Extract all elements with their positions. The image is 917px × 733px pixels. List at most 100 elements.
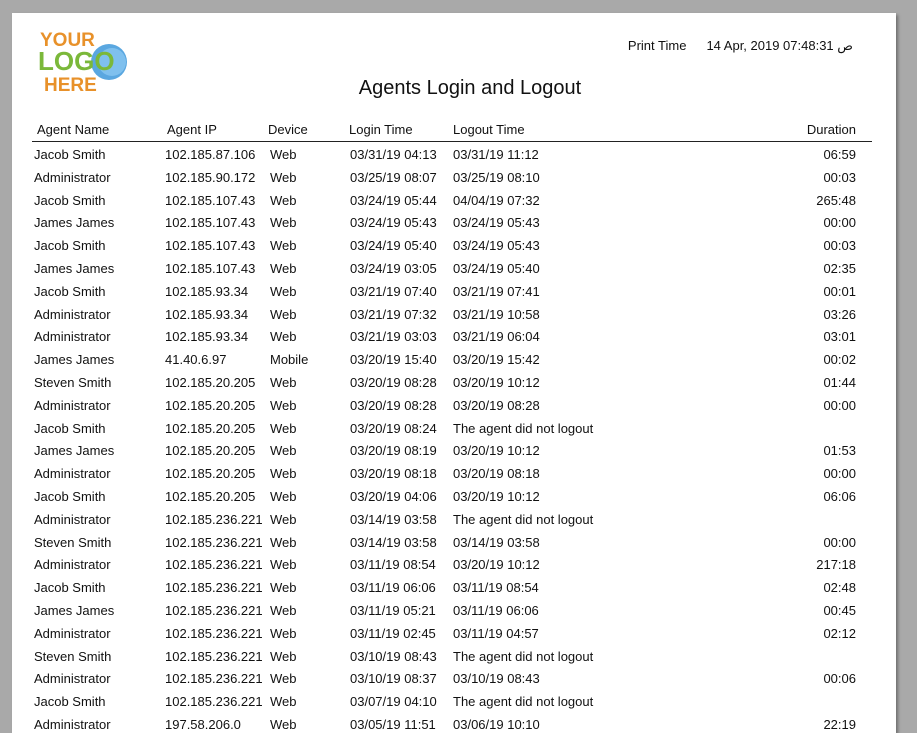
table-row: James James 102.185.236.221 Web 03/11/19 05… [32, 600, 872, 623]
agent-name-cell: Steven Smith [34, 648, 112, 664]
agent-ip-cell: 102.185.107.43 [165, 238, 256, 254]
print-time-value: 14 Apr, 2019 07:48:31 ص [706, 38, 853, 53]
login-time-cell: 03/24/19 05:44 [350, 192, 437, 208]
agent-ip-cell: 102.185.236.221 [165, 557, 263, 573]
login-time-cell: 03/24/19 05:43 [350, 215, 437, 231]
login-time-cell: 03/20/19 08:19 [350, 443, 437, 459]
table-row: Administrator 102.185.236.221 Web 03/14/19 … [32, 509, 872, 532]
logout-time-cell: 03/11/19 04:57 [453, 625, 539, 641]
duration-cell: 06:06 [823, 488, 856, 504]
agent-ip-cell: 102.185.93.34 [165, 306, 249, 322]
login-time-cell: 03/21/19 03:03 [350, 329, 437, 345]
logout-time-cell: 03/20/19 10:12 [453, 374, 540, 390]
device-cell: Web [270, 443, 297, 459]
logout-time-cell: 03/21/19 07:41 [453, 283, 540, 299]
agent-name-cell: Administrator [34, 329, 111, 345]
agent-ip-cell: 102.185.236.221 [165, 671, 263, 687]
agent-name-cell: Jacob Smith [34, 147, 106, 162]
logout-time-cell: 03/21/19 10:58 [453, 306, 540, 322]
login-time-cell: 03/10/19 08:37 [350, 671, 437, 687]
logout-time-cell: 03/10/19 08:43 [453, 671, 540, 687]
logout-time-cell: 03/25/19 08:10 [453, 169, 540, 185]
agent-name-cell: Administrator [34, 397, 111, 413]
agent-ip-cell: 102.185.87.106 [165, 147, 256, 162]
agent-ip-cell: 102.185.107.43 [165, 260, 256, 276]
duration-cell: 02:35 [823, 260, 856, 276]
report-page: YOUR LOGO HERE Print Time 14 Apr, 2019 0… [12, 13, 896, 733]
duration-cell: 217:18 [816, 557, 856, 573]
device-cell: Web [270, 580, 297, 596]
col-logout-time: Logout Time [453, 122, 525, 137]
agent-ip-cell: 102.185.236.221 [165, 534, 263, 550]
agent-ip-cell: 102.185.236.221 [165, 625, 263, 641]
table-row: Jacob Smith 102.185.93.34 Web 03/21/19 07:4… [32, 281, 872, 304]
logout-time-cell: 03/24/19 05:40 [453, 260, 540, 276]
agent-ip-cell: 102.185.236.221 [165, 511, 263, 527]
agent-name-cell: Jacob Smith [34, 694, 106, 710]
login-time-cell: 03/14/19 03:58 [350, 534, 437, 550]
logout-time-cell: 03/11/19 08:54 [453, 580, 539, 596]
logout-time-cell: The agent did not logout [453, 694, 594, 710]
login-time-cell: 03/14/19 03:58 [350, 511, 437, 527]
device-cell: Web [270, 420, 297, 436]
agent-ip-cell: 102.185.20.205 [165, 443, 256, 459]
table-row: Administrator 102.185.236.221 Web 03/11/19 … [32, 554, 872, 577]
table-row: James James 41.40.6.97 Mobile 03/20/19 15:4… [32, 349, 872, 372]
device-cell: Web [270, 694, 297, 710]
agent-ip-cell: 102.185.93.34 [165, 329, 249, 345]
duration-cell: 02:12 [823, 625, 856, 641]
agent-name-cell: Jacob Smith [34, 238, 106, 254]
device-cell: Web [270, 466, 297, 482]
login-time-cell: 03/21/19 07:32 [350, 306, 437, 322]
login-time-cell: 03/31/19 04:13 [350, 147, 437, 162]
duration-cell: 00:03 [823, 238, 856, 254]
device-cell: Web [270, 716, 297, 732]
table-row: Steven Smith 102.185.20.205 Web 03/20/19 08… [32, 372, 872, 395]
logout-time-cell: 03/06/19 10:10 [453, 716, 540, 732]
agent-ip-cell: 102.185.236.221 [165, 694, 263, 710]
col-device: Device [268, 122, 308, 137]
login-time-cell: 03/11/19 02:45 [350, 625, 436, 641]
table-row: Administrator 102.185.236.221 Web 03/11/19 … [32, 623, 872, 646]
table-header: Agent Name Agent IP Device Login Time Lo… [32, 120, 872, 142]
agent-name-cell: Jacob Smith [34, 420, 106, 436]
agent-ip-cell: 102.185.20.205 [165, 466, 256, 482]
device-cell: Web [270, 192, 297, 208]
svg-text:LOGO: LOGO [38, 46, 115, 76]
device-cell: Web [270, 488, 297, 504]
device-cell: Web [270, 306, 297, 322]
device-cell: Web [270, 260, 297, 276]
login-time-cell: 03/20/19 15:40 [350, 352, 437, 368]
login-time-cell: 03/11/19 05:21 [350, 602, 436, 618]
duration-cell: 00:01 [823, 283, 856, 299]
agent-ip-cell: 102.185.20.205 [165, 420, 256, 436]
table-row: James James 102.185.20.205 Web 03/20/19 08:… [32, 440, 872, 463]
logout-time-cell: 03/11/19 06:06 [453, 602, 539, 618]
login-time-cell: 03/20/19 08:18 [350, 466, 437, 482]
login-time-cell: 03/07/19 04:10 [350, 694, 437, 710]
logout-time-cell: 03/20/19 08:18 [453, 466, 540, 482]
login-time-cell: 03/20/19 08:28 [350, 374, 437, 390]
agent-ip-cell: 102.185.90.172 [165, 169, 256, 185]
agent-name-cell: Jacob Smith [34, 580, 106, 596]
table-row: Steven Smith 102.185.236.221 Web 03/14/19 0… [32, 532, 872, 555]
agent-name-cell: Administrator [34, 671, 111, 687]
table-row: Jacob Smith 102.185.87.106 Web 03/31/19 04:… [32, 144, 872, 167]
table-row: Jacob Smith 102.185.20.205 Web 03/20/19 04:… [32, 486, 872, 509]
agent-name-cell: Administrator [34, 557, 111, 573]
table-row: Administrator 102.185.20.205 Web 03/20/19 0… [32, 463, 872, 486]
logout-time-cell: 03/24/19 05:43 [453, 215, 540, 231]
agent-ip-cell: 197.58.206.0 [165, 716, 241, 732]
table-row: Jacob Smith 102.185.107.43 Web 03/24/19 05:… [32, 190, 872, 213]
table-row: Jacob Smith 102.185.236.221 Web 03/07/19 04… [32, 691, 872, 714]
agent-name-cell: Steven Smith [34, 534, 112, 550]
logout-time-cell: 03/21/19 06:04 [453, 329, 540, 345]
duration-cell: 00:06 [823, 671, 856, 687]
table-row: Administrator 102.185.90.172 Web 03/25/19 0… [32, 167, 872, 190]
agent-ip-cell: 102.185.107.43 [165, 192, 256, 208]
duration-cell: 00:00 [823, 215, 856, 231]
agent-ip-cell: 102.185.20.205 [165, 397, 256, 413]
logout-time-cell: The agent did not logout [453, 648, 594, 664]
duration-cell: 22:19 [823, 716, 856, 732]
report-title: Agents Login and Logout [358, 77, 582, 99]
